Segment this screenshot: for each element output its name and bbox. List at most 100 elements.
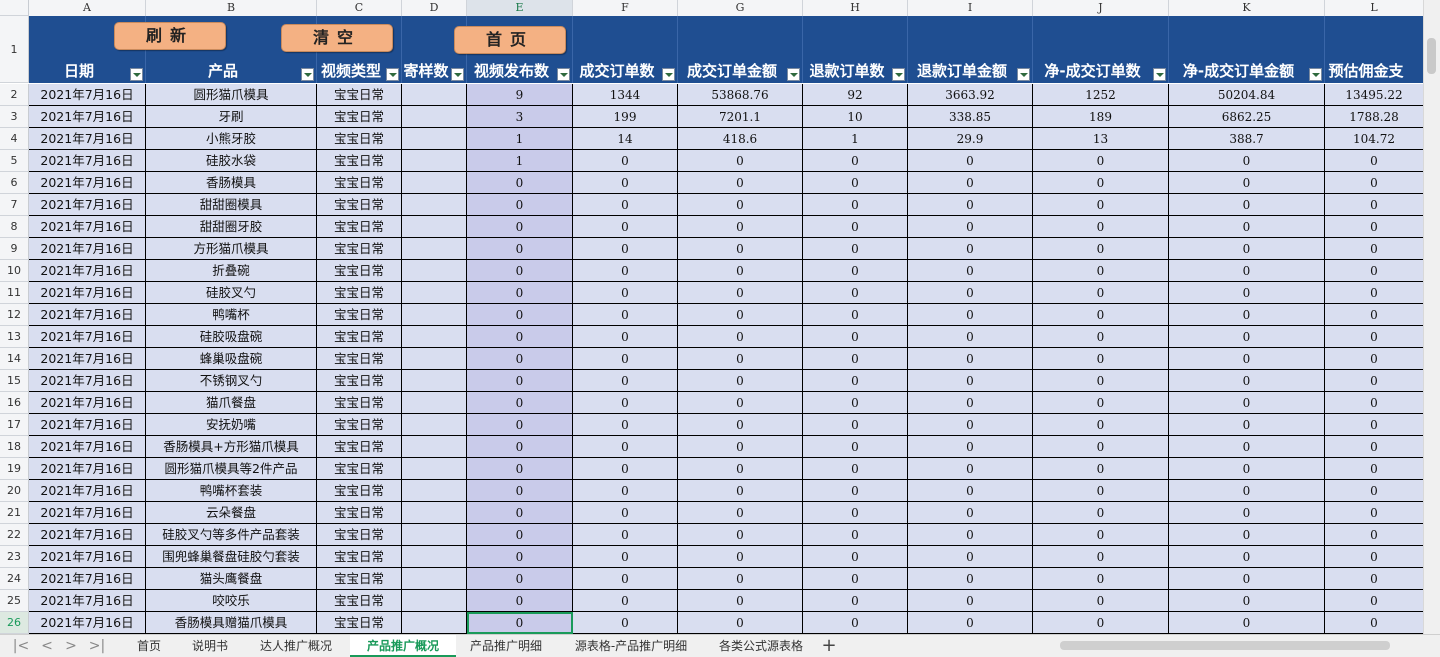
cell-videos[interactable]: 3	[467, 106, 573, 128]
cell-samples[interactable]	[402, 370, 467, 392]
cell-net_orders[interactable]: 0	[1033, 480, 1169, 502]
cell-net_amt[interactable]: 0	[1169, 304, 1325, 326]
cell-date[interactable]: 2021年7月16日	[29, 612, 146, 634]
filter-dropdown-icon[interactable]	[662, 68, 675, 81]
cell-net_orders[interactable]: 0	[1033, 524, 1169, 546]
cell-samples[interactable]	[402, 304, 467, 326]
cell-samples[interactable]	[402, 194, 467, 216]
cell-refunds[interactable]: 0	[803, 348, 908, 370]
filter-dropdown-icon[interactable]	[1153, 68, 1166, 81]
cell-videos[interactable]: 0	[467, 348, 573, 370]
cell-net_orders[interactable]: 13	[1033, 128, 1169, 150]
cell-date[interactable]: 2021年7月16日	[29, 568, 146, 590]
row-header[interactable]: 21	[0, 502, 29, 524]
cell-videos[interactable]: 0	[467, 436, 573, 458]
row-header[interactable]: 15	[0, 370, 29, 392]
column-header-K[interactable]: K	[1169, 0, 1325, 16]
filter-dropdown-icon[interactable]	[1017, 68, 1030, 81]
cell-order_amt[interactable]: 0	[678, 590, 803, 612]
row-header[interactable]: 2	[0, 84, 29, 106]
cell-product[interactable]: 香肠模具+方形猫爪模具	[146, 436, 317, 458]
cell-type[interactable]: 宝宝日常	[317, 612, 402, 634]
cell-samples[interactable]	[402, 458, 467, 480]
cell-orders[interactable]: 0	[573, 282, 678, 304]
cell-product[interactable]: 圆形猫爪模具等2件产品	[146, 458, 317, 480]
cell-order_amt[interactable]: 0	[678, 172, 803, 194]
cell-samples[interactable]	[402, 128, 467, 150]
cell-samples[interactable]	[402, 348, 467, 370]
cell-samples[interactable]	[402, 392, 467, 414]
cell-net_orders[interactable]: 0	[1033, 502, 1169, 524]
header-cell-refunds[interactable]: 退款订单数	[803, 16, 908, 83]
cell-videos[interactable]: 1	[467, 128, 573, 150]
cell-date[interactable]: 2021年7月16日	[29, 370, 146, 392]
row-header[interactable]: 24	[0, 568, 29, 590]
cell-type[interactable]: 宝宝日常	[317, 282, 402, 304]
cell-orders[interactable]: 0	[573, 568, 678, 590]
sheet-tab[interactable]: 达人推广概况	[242, 635, 350, 657]
cell-net_amt[interactable]: 0	[1169, 260, 1325, 282]
row-header[interactable]: 25	[0, 590, 29, 612]
cell-product[interactable]: 硅胶叉勺	[146, 282, 317, 304]
cell-net_amt[interactable]: 0	[1169, 458, 1325, 480]
cell-orders[interactable]: 0	[573, 392, 678, 414]
refresh-button[interactable]: 刷新	[114, 22, 226, 50]
header-cell-net_amt[interactable]: 净-成交订单金额	[1169, 16, 1325, 83]
cell-net_orders[interactable]: 0	[1033, 458, 1169, 480]
cell-type[interactable]: 宝宝日常	[317, 392, 402, 414]
cell-date[interactable]: 2021年7月16日	[29, 348, 146, 370]
cell-net_orders[interactable]: 0	[1033, 172, 1169, 194]
cell-date[interactable]: 2021年7月16日	[29, 326, 146, 348]
cell-net_amt[interactable]: 0	[1169, 326, 1325, 348]
cell-product[interactable]: 折叠碗	[146, 260, 317, 282]
home-button[interactable]: 首页	[454, 26, 566, 54]
cell-commission[interactable]: 0	[1325, 370, 1424, 392]
cell-refunds[interactable]: 0	[803, 238, 908, 260]
cell-type[interactable]: 宝宝日常	[317, 546, 402, 568]
cell-order_amt[interactable]: 0	[678, 348, 803, 370]
cell-product[interactable]: 甜甜圈模具	[146, 194, 317, 216]
cell-videos[interactable]: 0	[467, 546, 573, 568]
cell-commission[interactable]: 0	[1325, 480, 1424, 502]
cell-refund_amt[interactable]: 3663.92	[908, 84, 1033, 106]
cell-samples[interactable]	[402, 282, 467, 304]
cell-order_amt[interactable]: 0	[678, 612, 803, 634]
cell-videos[interactable]: 0	[467, 370, 573, 392]
cell-orders[interactable]: 0	[573, 150, 678, 172]
cell-product[interactable]: 蜂巢吸盘碗	[146, 348, 317, 370]
cell-date[interactable]: 2021年7月16日	[29, 216, 146, 238]
cell-refunds[interactable]: 0	[803, 326, 908, 348]
header-cell-orders[interactable]: 成交订单数	[573, 16, 678, 83]
cell-type[interactable]: 宝宝日常	[317, 524, 402, 546]
cell-refunds[interactable]: 0	[803, 150, 908, 172]
cell-date[interactable]: 2021年7月16日	[29, 106, 146, 128]
sheet-tab[interactable]: 说明书	[178, 635, 242, 657]
cell-commission[interactable]: 0	[1325, 502, 1424, 524]
cell-net_amt[interactable]: 0	[1169, 568, 1325, 590]
cell-type[interactable]: 宝宝日常	[317, 304, 402, 326]
row-header[interactable]: 18	[0, 436, 29, 458]
cell-net_amt[interactable]: 0	[1169, 612, 1325, 634]
cell-net_orders[interactable]: 0	[1033, 436, 1169, 458]
cell-net_orders[interactable]: 0	[1033, 568, 1169, 590]
cell-videos[interactable]: 0	[467, 590, 573, 612]
cell-net_orders[interactable]: 0	[1033, 150, 1169, 172]
cell-videos[interactable]: 0	[467, 568, 573, 590]
cell-date[interactable]: 2021年7月16日	[29, 150, 146, 172]
cell-orders[interactable]: 0	[573, 502, 678, 524]
cell-refunds[interactable]: 0	[803, 480, 908, 502]
cell-orders[interactable]: 0	[573, 458, 678, 480]
cell-date[interactable]: 2021年7月16日	[29, 458, 146, 480]
cell-videos[interactable]: 9	[467, 84, 573, 106]
horizontal-scrollbar[interactable]	[1040, 639, 1402, 652]
row-header[interactable]: 17	[0, 414, 29, 436]
cell-videos[interactable]: 0	[467, 326, 573, 348]
cell-product[interactable]: 鸭嘴杯套装	[146, 480, 317, 502]
cell-commission[interactable]: 0	[1325, 260, 1424, 282]
cell-orders[interactable]: 199	[573, 106, 678, 128]
cell-product[interactable]: 安抚奶嘴	[146, 414, 317, 436]
cell-samples[interactable]	[402, 414, 467, 436]
cell-product[interactable]: 猫头鹰餐盘	[146, 568, 317, 590]
cell-product[interactable]: 不锈钢叉勺	[146, 370, 317, 392]
cell-samples[interactable]	[402, 524, 467, 546]
